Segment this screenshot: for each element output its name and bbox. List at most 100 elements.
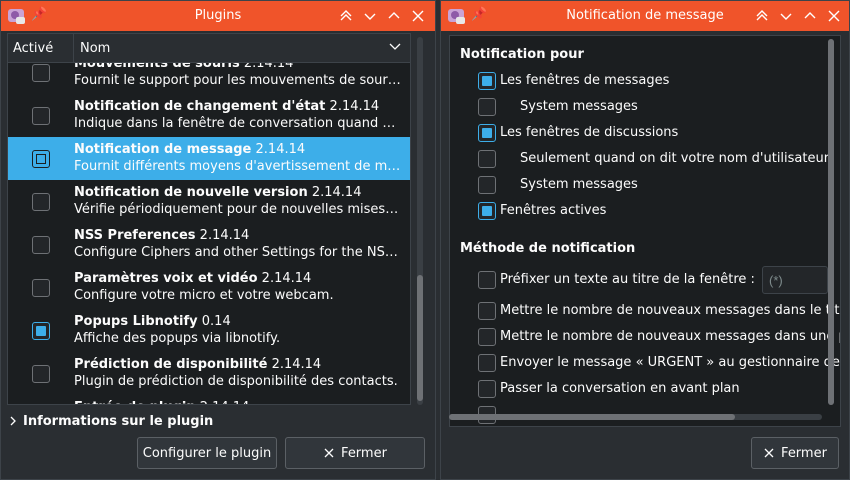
keep-above-icon[interactable]	[337, 7, 355, 25]
close-button[interactable]: Fermer	[285, 437, 425, 469]
chevron-down-icon	[389, 43, 401, 50]
option-message-windows[interactable]: Les fenêtres de messages	[478, 72, 669, 90]
plugin-title: NSS Preferences 2.14.14	[74, 227, 406, 244]
table-row[interactable]: Paramètres voix et vidéo 2.14.14 Configur…	[8, 266, 410, 309]
enable-checkbox[interactable]	[32, 321, 50, 340]
plugin-description: Configure Ciphers and other Settings for…	[74, 245, 402, 260]
enable-checkbox[interactable]	[32, 364, 50, 383]
plugin-name: Notification de message	[74, 142, 252, 157]
keep-above-icon[interactable]	[753, 7, 771, 25]
table-row[interactable]: Prédiction de disponibilité 2.14.14 Plugi…	[8, 352, 410, 395]
scrollbar-thumb[interactable]	[417, 275, 423, 401]
option-system-messages-1[interactable]: System messages	[478, 98, 638, 116]
plugin-title: Paramètres voix et vidéo 2.14.14	[74, 270, 406, 287]
vertical-scrollbar[interactable]	[828, 39, 834, 405]
enable-checkbox[interactable]	[32, 63, 50, 82]
plugin-info-label: Informations sur le plugin	[23, 413, 214, 429]
table-row[interactable]: Notification de nouvelle version 2.14.14…	[8, 180, 410, 223]
plugin-version: 2.14.14	[200, 400, 250, 404]
scrollbar-thumb[interactable]	[828, 39, 834, 405]
option-label: Préfixer un texte au titre de la fenêtre…	[500, 272, 755, 287]
close-icon[interactable]	[409, 7, 427, 25]
plugin-version: 2.14.14	[329, 99, 380, 114]
column-header-active[interactable]: Activé	[8, 34, 74, 62]
column-header-name[interactable]: Nom	[74, 34, 410, 62]
option-label: Seulement quand on dit votre nom d'utili…	[520, 151, 830, 166]
checkbox[interactable]	[478, 176, 496, 194]
plugin-name: Notification de nouvelle version	[74, 185, 308, 200]
option-label: Envoyer le message « URGENT » au gestion…	[500, 355, 841, 370]
chevron-right-icon	[10, 416, 16, 426]
enable-checkbox[interactable]	[32, 235, 50, 254]
option-prefix-title[interactable]: Préfixer un texte au titre de la fenêtre…	[478, 271, 755, 289]
checkbox[interactable]	[478, 124, 496, 142]
enable-checkbox[interactable]	[32, 106, 50, 125]
horizontal-scrollbar[interactable]	[449, 414, 822, 420]
vertical-scrollbar[interactable]	[417, 37, 423, 405]
row-checkbox-cell	[8, 395, 74, 404]
option-label: Mettre le nombre de nouveaux messages da…	[500, 303, 841, 318]
option-system-messages-2[interactable]: System messages	[478, 176, 638, 194]
prefix-text-input[interactable]	[762, 266, 828, 294]
plugin-description: Fournit le support pour les mouvements d…	[74, 73, 402, 88]
row-checkbox-cell	[8, 180, 74, 223]
option-active-windows[interactable]: Fenêtres actives	[478, 202, 606, 220]
titlebar[interactable]: 📌 Plugins	[1, 1, 435, 31]
scrollbar-thumb[interactable]	[449, 414, 735, 420]
option-label: Les fenêtres de discussions	[500, 125, 679, 140]
plugin-description: Affiche des popups via libnotify.	[74, 331, 281, 346]
close-icon[interactable]	[825, 7, 843, 25]
option-only-nick[interactable]: Seulement quand on dit votre nom d'utili…	[478, 150, 829, 168]
plugin-version: 2.14.14	[255, 142, 306, 157]
row-checkbox-cell	[8, 94, 74, 137]
table-row[interactable]: Notification de changement d'état 2.14.1…	[8, 94, 410, 137]
checkbox[interactable]	[478, 328, 496, 346]
plugin-name: Popups Libnotify	[74, 314, 198, 329]
table-row[interactable]: Notification de message 2.14.14 Fournit d…	[8, 137, 410, 180]
row-text: Paramètres voix et vidéo 2.14.14 Configur…	[74, 266, 410, 309]
option-urgent[interactable]: Envoyer le message « URGENT » au gestion…	[478, 354, 841, 372]
minimize-icon[interactable]	[361, 7, 379, 25]
row-text: Notification de changement d'état 2.14.1…	[74, 94, 410, 137]
minimize-icon[interactable]	[777, 7, 795, 25]
maximize-icon[interactable]	[801, 7, 819, 25]
close-button[interactable]: Fermer	[751, 437, 839, 469]
plugin-name: NSS Preferences	[74, 228, 196, 243]
plugin-name: Paramètres voix et vidéo	[74, 271, 258, 286]
row-checkbox-cell	[8, 266, 74, 309]
plugins-window: 📌 Plugins Activé Nom Mouvements de souri…	[0, 0, 436, 480]
option-raise-conversation[interactable]: Passer la conversation en avant plan	[478, 380, 740, 398]
configure-plugin-label: Configurer le plugin	[142, 445, 272, 461]
plugin-name: Mouvements de souris	[74, 63, 240, 71]
option-label: System messages	[520, 177, 638, 192]
checkbox[interactable]	[478, 271, 496, 289]
titlebar[interactable]: 📌 Notification de message	[441, 1, 849, 31]
checkbox[interactable]	[478, 302, 496, 320]
checkbox[interactable]	[478, 380, 496, 398]
plugin-title: Notification de message 2.14.14	[74, 141, 406, 158]
table-row[interactable]: Popups Libnotify 0.14 Affiche des popups …	[8, 309, 410, 352]
table-row[interactable]: NSS Preferences 2.14.14 Configure Ciphers…	[8, 223, 410, 266]
enable-checkbox[interactable]	[32, 192, 50, 211]
option-chat-windows[interactable]: Les fenêtres de discussions	[478, 124, 678, 142]
checkbox[interactable]	[478, 202, 496, 220]
checkbox[interactable]	[478, 150, 496, 168]
checkbox[interactable]	[478, 354, 496, 372]
checkbox[interactable]	[478, 72, 496, 90]
plugins-table: Activé Nom Mouvements de souris 2.14.14 F…	[7, 33, 411, 405]
checkbox[interactable]	[478, 98, 496, 116]
close-icon	[764, 448, 774, 458]
plugin-version: 2.14.14	[199, 228, 250, 243]
table-row[interactable]: Entrée de plugin 2.14.14	[8, 395, 410, 404]
table-row[interactable]: Mouvements de souris 2.14.14 Fournit le s…	[8, 63, 410, 94]
row-checkbox-cell	[8, 63, 74, 94]
plugin-info-expander[interactable]: Informations sur le plugin	[7, 411, 213, 431]
option-count-property[interactable]: Mettre le nombre de nouveaux messages da…	[478, 328, 840, 346]
configure-plugin-button[interactable]: Configurer le plugin	[137, 437, 277, 469]
enable-checkbox[interactable]	[32, 149, 50, 168]
plugin-description: Fournit différents moyens d'avertissemen…	[74, 159, 402, 174]
option-count-title[interactable]: Mettre le nombre de nouveaux messages da…	[478, 302, 841, 320]
maximize-icon[interactable]	[385, 7, 403, 25]
enable-checkbox[interactable]	[32, 278, 50, 297]
plugin-version: 2.14.14	[261, 271, 312, 286]
